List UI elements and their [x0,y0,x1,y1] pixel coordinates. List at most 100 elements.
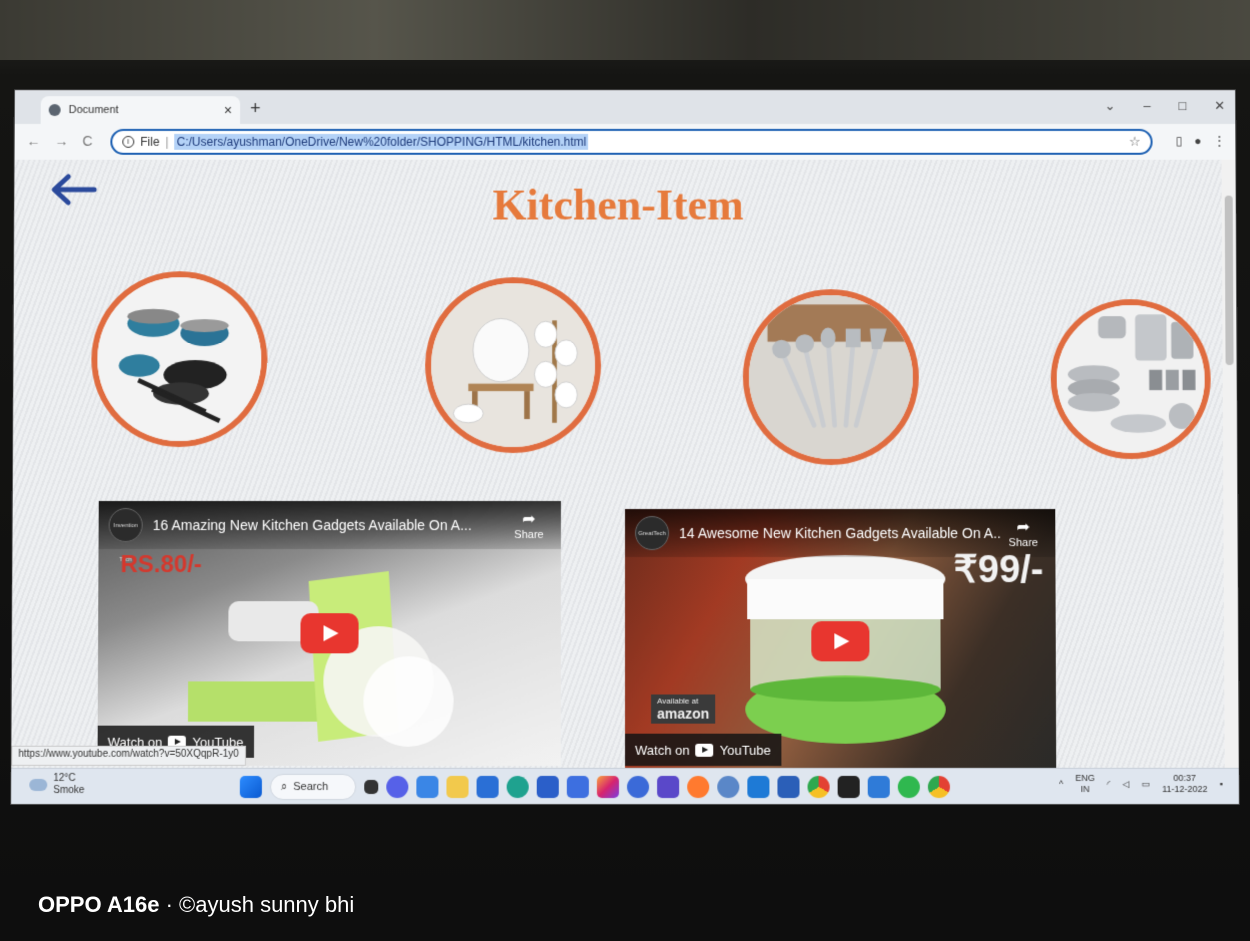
app-icon-outline[interactable] [566,775,589,799]
notification-icon[interactable]: ▪ [1220,778,1223,789]
video-header: Invention Tech 16 Amazing New Kitchen Ga… [98,501,561,563]
play-button[interactable] [300,613,359,654]
maximize-button[interactable]: □ [1179,98,1187,114]
reload-button[interactable]: C [82,133,92,149]
word-icon[interactable] [777,775,800,799]
address-url[interactable]: C:/Users/ayushman/OneDrive/New%20folder/… [174,133,589,150]
volume-icon[interactable]: ◁ [1122,778,1129,789]
address-toolbar: ← → C i File | C:/Users/ayushman/OneDriv… [14,123,1236,160]
steel-containers-image [1056,305,1206,453]
weather-desc: Smoke [53,784,85,797]
notion-icon[interactable] [837,775,860,799]
monitor-screen: Document × + ⌄ – □ ✕ ← → C i File | C:/U [10,89,1240,806]
minimize-button[interactable]: – [1143,98,1150,114]
toolbar-right: ▯ ● ⋮ [1176,134,1226,148]
address-bar[interactable]: i File | C:/Users/ayushman/OneDrive/New%… [110,128,1153,155]
search-label: Search [293,780,329,793]
info-icon[interactable]: i [122,135,135,148]
forward-button[interactable]: → [54,133,68,149]
youtube-label: YouTube [719,742,771,758]
profile-icon[interactable]: ● [1194,134,1201,148]
chevron-up-icon[interactable]: ^ [1059,778,1063,789]
start-icon[interactable] [239,775,262,799]
firefox-icon[interactable] [687,775,710,799]
video-embed-2[interactable]: GreatTech 14 Awesome New Kitchen Gadgets… [625,509,1057,774]
file-explorer-icon[interactable] [446,775,469,799]
youtube-icon [695,743,714,757]
whatsapp-icon[interactable] [897,775,920,799]
share-button[interactable]: ➦ Share [507,509,551,541]
chrome-icon-2[interactable] [927,775,950,799]
status-url-bubble: https://www.youtube.com/watch?v=50XQqpR-… [11,745,246,766]
tab-document[interactable]: Document × [40,96,241,124]
globe-icon [48,104,61,117]
amazon-badge: Available at amazon [651,694,716,724]
watch-on-youtube-button[interactable]: Watch on YouTube [625,733,781,766]
back-button[interactable]: ← [27,133,41,149]
ceramic-set-image [430,283,596,447]
clock-time: 00:37 [1173,772,1197,783]
channel-avatar[interactable]: Invention Tech [108,508,143,563]
video-price: RS.80/- [120,551,202,579]
app-icon-violet[interactable] [657,775,680,799]
tab-title: Document [68,104,119,117]
share-icon: ➦ [522,511,536,529]
nav-buttons: ← → C [27,133,93,149]
edge-icon[interactable] [506,775,529,799]
meta-icon[interactable] [627,775,650,799]
tab-close-button[interactable]: × [224,102,232,118]
battery-icon[interactable]: ▭ [1141,778,1150,789]
scrollbar-thumb[interactable] [1224,195,1234,366]
video-title[interactable]: 14 Awesome New Kitchen Gadgets Available… [679,525,1001,541]
category-ceramic-set[interactable] [424,277,602,453]
share-button[interactable]: ➦ Share [1001,517,1045,549]
menu-icon[interactable]: ⋮ [1213,134,1225,148]
video-title[interactable]: 16 Amazing New Kitchen Gadgets Available… [153,517,507,533]
watermark-credit: ©ayush sunny bhi [179,892,355,917]
category-utensils[interactable] [742,289,920,466]
settings-icon[interactable] [717,775,740,799]
bookmark-star-icon[interactable]: ☆ [1129,134,1141,150]
tab-bar: Document × + ⌄ – □ ✕ [14,90,1236,124]
watermark-device: OPPO A16e [38,892,160,917]
taskbar-apps: ⌕ Search [239,773,950,801]
page-scrollbar[interactable] [1221,159,1239,768]
clock[interactable]: 00:37 11-12-2022 [1162,773,1208,795]
category-cookware[interactable] [90,271,268,447]
page-title: Kitchen-Item [492,180,744,230]
watermark-dot: · [165,892,180,917]
wifi-icon[interactable]: ◜ [1107,778,1111,789]
task-view-icon[interactable] [364,779,379,795]
cookware-image [97,277,262,442]
chat-icon[interactable] [386,775,409,799]
watch-on-label: Watch on [635,742,690,758]
category-steel-containers[interactable] [1050,299,1212,459]
instagram-icon[interactable] [596,775,619,799]
taskbar-search[interactable]: ⌕ Search [269,773,357,801]
video-embed-1[interactable]: Invention Tech 16 Amazing New Kitchen Ga… [97,501,561,766]
tab-search-button[interactable]: ⌄ [1105,98,1116,114]
widgets-icon[interactable] [416,775,439,799]
weather-widget[interactable]: 12°C Smoke [29,773,85,797]
photos-icon[interactable] [867,775,890,799]
vscode-icon[interactable] [747,775,770,799]
utensils-image [748,295,914,459]
new-tab-button[interactable]: + [250,98,261,119]
system-tray: ^ ENG IN ◜ ◁ ▭ 00:37 11-12-2022 ▪ [1059,773,1223,795]
chrome-icon[interactable] [807,775,830,799]
play-button[interactable] [811,621,870,662]
lang-top: ENG [1075,772,1095,783]
address-prefix: File [140,134,160,149]
window-controls: ⌄ – □ ✕ [1105,98,1226,114]
cloud-icon [29,778,48,791]
store-icon[interactable] [476,775,499,799]
app-icon-blue[interactable] [536,775,559,799]
language-indicator[interactable]: ENG IN [1075,773,1095,795]
side-panel-icon[interactable]: ▯ [1176,134,1183,148]
taskbar: 12°C Smoke ⌕ Search ^ ENG IN ◜ ◁ ▭ 00:37… [11,767,1239,806]
photo-watermark: OPPO A16e · ©ayush sunny bhi [38,892,354,918]
page-content: Kitchen-Item Invention Tech 16 Amazing N… [11,159,1225,774]
photo-frame: Document × + ⌄ – □ ✕ ← → C i File | C:/U [0,0,1250,941]
close-window-button[interactable]: ✕ [1214,98,1225,114]
channel-avatar[interactable]: GreatTech [635,516,670,551]
